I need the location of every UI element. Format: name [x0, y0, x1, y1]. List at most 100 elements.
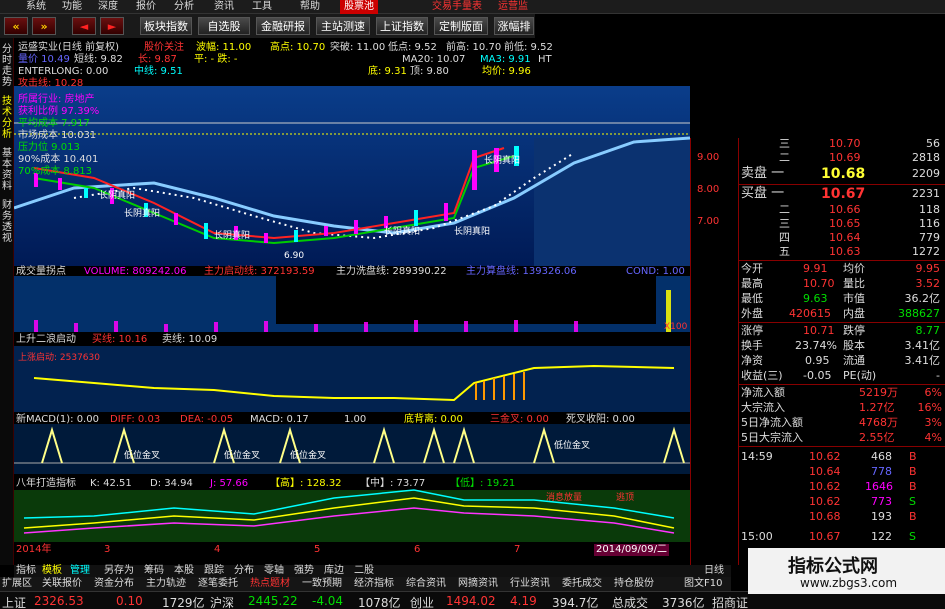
- tab-manage[interactable]: 管理: [70, 565, 90, 577]
- dea-value: DEA: -0.05: [180, 414, 234, 425]
- average-price: 均价: 9.96: [482, 66, 531, 77]
- menu-quotes[interactable]: 报价: [136, 0, 156, 14]
- cat-tab[interactable]: 主力轨迹: [146, 577, 186, 591]
- cat-tab[interactable]: 综合资讯: [406, 577, 446, 591]
- cat-tab[interactable]: 一致预期: [302, 577, 342, 591]
- candle-label: 长阴真阳: [454, 225, 490, 237]
- high-point: 高点: 10.70: [270, 42, 326, 53]
- menu-bar: 系统 功能 深度 报价 分析 资讯 工具 帮助 股票池 交易手量表 运营监: [0, 0, 945, 14]
- tab-template[interactable]: 模板: [42, 565, 62, 577]
- menu-help[interactable]: 帮助: [300, 0, 320, 14]
- breakout: 突破: 11.00: [330, 42, 386, 53]
- buy-line: 买线: 10.16: [92, 334, 148, 345]
- custom-layout-button[interactable]: 定制版面: [434, 17, 488, 35]
- nav-last-button[interactable]: »: [32, 17, 56, 35]
- menu-system[interactable]: 系统: [26, 0, 46, 14]
- menu-news[interactable]: 资讯: [214, 0, 234, 14]
- cat-tab[interactable]: 委托成交: [562, 577, 602, 591]
- long-line: 长: 9.87: [138, 54, 177, 65]
- stat-row: 外盘 420615 内盘 388627: [741, 307, 940, 320]
- kdj-tag: 消息放量: [546, 491, 582, 503]
- tab-save-as[interactable]: 另存为: [104, 565, 134, 577]
- tab-track[interactable]: 跟踪: [204, 565, 224, 577]
- macd-mark: 低位金叉: [224, 449, 260, 461]
- main-calc-line: 主力算盘线: 139326.06: [466, 266, 577, 277]
- enterlong: ENTERLONG: 0.00: [18, 66, 109, 77]
- date-month: 5: [314, 544, 321, 555]
- tab-strength[interactable]: 强势: [294, 565, 314, 577]
- bottom-divergence: 底背离: 0.00: [404, 414, 463, 425]
- bid-one-row: 买盘 一 10.67 2231: [741, 186, 940, 202]
- speedtest-button[interactable]: 主站测速: [316, 17, 370, 35]
- tab-edge[interactable]: 库边: [324, 565, 344, 577]
- nav-prev-button[interactable]: ◄: [72, 17, 96, 35]
- ranking-button[interactable]: 涨幅排名: [494, 17, 534, 51]
- watchlist-button[interactable]: 自选股: [198, 17, 250, 35]
- stat-row: 今开 9.91 均价 9.95: [741, 262, 940, 275]
- tab-profile[interactable]: 基本资料: [1, 148, 13, 192]
- cat-tab[interactable]: 持仓股份: [614, 577, 654, 591]
- chart-area[interactable]: 长阴真阳 长阴真阳 长阴真阳 长阴真阳 长阴真阳 长阴真阳 6.90 X100 …: [14, 38, 690, 565]
- order-row: 五 10.63 1272: [779, 245, 940, 258]
- cat-tab[interactable]: 逐笔委托: [198, 577, 238, 591]
- nav-first-button[interactable]: «: [4, 17, 28, 35]
- left-tab-bar: 分时走势 技术分析 基本资料 财务透视: [0, 38, 14, 565]
- date-month: 7: [514, 544, 521, 555]
- menu-tools[interactable]: 工具: [252, 0, 272, 14]
- menu-depth[interactable]: 深度: [98, 0, 118, 14]
- cat-tab[interactable]: 行业资讯: [510, 577, 550, 591]
- menu-function[interactable]: 功能: [62, 0, 82, 14]
- tab-indicator[interactable]: 指标: [16, 565, 36, 577]
- order-row: 二 10.66 118: [779, 203, 940, 216]
- cat-tab[interactable]: 关联报价: [42, 577, 82, 591]
- cost-90: 90%成本 10.401: [18, 154, 99, 165]
- cat-tab[interactable]: 图文F10: [684, 577, 722, 591]
- order-row: 四 10.64 779: [779, 231, 940, 244]
- shanghai-index-button[interactable]: 上证指数: [376, 17, 428, 35]
- sector-index-button[interactable]: 板块指数: [140, 17, 192, 35]
- menu-ops[interactable]: 运营监: [498, 0, 528, 14]
- cy-amount: 394.7亿: [552, 596, 599, 609]
- tab-second[interactable]: 二股: [354, 565, 374, 577]
- amplitude: 波幅: 11.00: [196, 42, 252, 53]
- profit-ratio: 获利比例 97.39%: [18, 106, 100, 117]
- volume-label: 成交量拐点: [16, 266, 66, 277]
- axis-tick: 7.00: [697, 216, 720, 227]
- watermark-url: www.zbgs3.com: [800, 576, 898, 590]
- tab-daily[interactable]: 日线: [704, 565, 724, 577]
- nav-next-button[interactable]: ►: [100, 17, 124, 35]
- cat-tab[interactable]: 经济指标: [354, 577, 394, 591]
- tab-intraday[interactable]: 分时走势: [1, 44, 13, 88]
- sh-amount: 1729亿: [162, 596, 205, 609]
- bottom-value: 底: 9.31: [368, 66, 407, 77]
- flow-row: 5日大宗流入 2.55亿 4%: [741, 431, 942, 444]
- d-value: D: 34.94: [150, 478, 193, 489]
- stat-row: 换手 23.74% 股本 3.41亿: [741, 339, 940, 352]
- price-watch[interactable]: 股价关注: [144, 42, 184, 54]
- cat-tab[interactable]: 扩展区: [2, 577, 32, 591]
- total-label: 总成交: [612, 596, 649, 609]
- research-button[interactable]: 金融研报: [256, 17, 310, 35]
- tab-technical[interactable]: 技术分析: [1, 96, 13, 140]
- cat-tab[interactable]: 资金分布: [94, 577, 134, 591]
- tab-financial[interactable]: 财务透视: [1, 200, 13, 244]
- low-price-label: 6.90: [284, 251, 304, 261]
- menu-stock-pool[interactable]: 股票池: [340, 0, 378, 14]
- menu-trade-table[interactable]: 交易手量表: [432, 0, 482, 14]
- price-pane-right: [534, 138, 690, 266]
- low-point: 低点: 9.52: [388, 42, 437, 53]
- cy-label: 创业: [410, 596, 435, 609]
- triple-cross: 三金叉: 0.00: [490, 414, 549, 425]
- trade-row: 10.62 773 S: [809, 495, 916, 508]
- tab-chips[interactable]: 筹码: [144, 565, 164, 577]
- menu-analysis[interactable]: 分析: [174, 0, 194, 14]
- mid-line: 中线: 9.51: [134, 66, 183, 77]
- tab-this-stock[interactable]: 本股: [174, 565, 194, 577]
- sh-change: 0.10: [116, 594, 143, 608]
- previous-low: 前低: 9.52: [504, 42, 553, 53]
- tab-zero-axis[interactable]: 零轴: [264, 565, 284, 577]
- cat-tab[interactable]: 网摘资讯: [458, 577, 498, 591]
- tab-distribution[interactable]: 分布: [234, 565, 254, 577]
- broker-label[interactable]: 招商证: [712, 594, 748, 609]
- cat-tab[interactable]: 热点题材: [250, 577, 290, 591]
